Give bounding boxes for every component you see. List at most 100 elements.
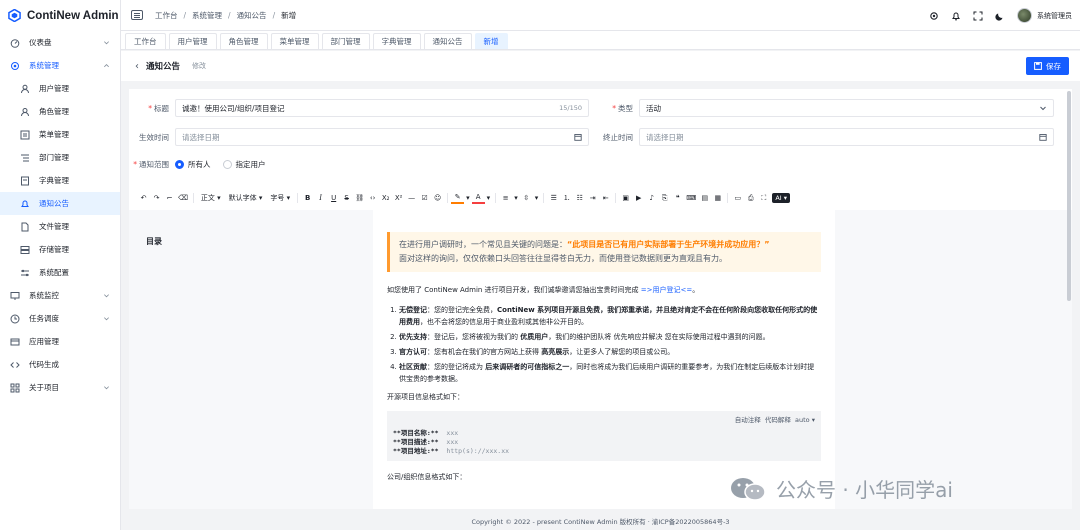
sidebar-item[interactable]: 角色管理 <box>0 100 120 123</box>
container-icon[interactable]: ▤ <box>698 192 711 204</box>
size-select[interactable]: 字号 ▾ <box>266 192 294 204</box>
breadcrumb-current: 新增 <box>281 10 297 20</box>
sidebar-item[interactable]: 关于项目 <box>0 376 120 399</box>
strikethrough-icon[interactable]: S <box>340 192 353 204</box>
scope-specified-radio[interactable]: 指定用户 <box>222 159 266 170</box>
sidebar-item[interactable]: 字典管理 <box>0 169 120 192</box>
settings-gear-icon[interactable] <box>929 11 939 21</box>
bold-icon[interactable]: B <box>301 192 314 204</box>
code-lang-select[interactable]: auto <box>795 416 810 424</box>
ordered-list-icon[interactable]: ⒈ <box>560 192 573 204</box>
sidebar-item[interactable]: 系统配置 <box>0 261 120 284</box>
superscript-icon[interactable]: X² <box>392 192 405 204</box>
page-tab[interactable]: 新增 <box>474 33 508 49</box>
user-menu[interactable]: 系统管理员 <box>1017 8 1072 23</box>
sidebar-item[interactable]: 任务调度 <box>0 307 120 330</box>
paragraph-select[interactable]: 正文 ▾ <box>197 192 225 204</box>
underline-icon[interactable]: U <box>327 192 340 204</box>
outdent-icon[interactable]: ⇤ <box>599 192 612 204</box>
sidebar-item[interactable]: 菜单管理 <box>0 123 120 146</box>
page-tab[interactable]: 部门管理 <box>321 33 370 49</box>
attachment-icon[interactable]: ⎘ <box>658 192 671 204</box>
link-icon[interactable]: ⛓ <box>353 192 366 204</box>
collapse-menu-icon[interactable] <box>131 10 143 20</box>
page-tab[interactable]: 用户管理 <box>168 33 217 49</box>
subscript-icon[interactable]: X₂ <box>379 192 392 204</box>
emoji-icon[interactable]: ☺ <box>431 192 444 204</box>
code-inline-icon[interactable]: ‹› <box>366 192 379 204</box>
notification-bell-icon[interactable] <box>951 11 961 21</box>
sidebar-item-label: 文件管理 <box>39 222 69 231</box>
watermark: 公众号 · 小华同学ai <box>728 474 953 503</box>
fullscreen-icon[interactable] <box>973 11 983 21</box>
dark-mode-moon-icon[interactable] <box>995 11 1005 21</box>
sidebar-item[interactable]: 仪表盘 <box>0 31 120 54</box>
indent-icon[interactable]: ⇥ <box>586 192 599 204</box>
fullscreen-editor-icon[interactable]: ⛶ <box>757 192 770 204</box>
ai-button[interactable]: AI ▾ <box>770 192 792 204</box>
font-color-icon[interactable]: A <box>471 192 485 204</box>
type-select[interactable]: 活动 <box>639 99 1054 117</box>
font-select[interactable]: 默认字体 ▾ <box>225 192 267 204</box>
title-input[interactable]: 诚邀！使用公司/组织/项目登记 15/150 <box>175 99 589 117</box>
app-logo[interactable]: ContiNew Admin <box>0 0 120 31</box>
app-icon <box>10 337 20 347</box>
sidebar-item[interactable]: 通知公告 <box>0 192 120 215</box>
page-tab[interactable]: 通知公告 <box>423 33 472 49</box>
quote-icon[interactable]: ❝ <box>671 192 684 204</box>
save-icon <box>1034 62 1042 70</box>
page-tab[interactable]: 角色管理 <box>219 33 268 49</box>
effective-date-picker[interactable]: 请选择日期 <box>175 128 589 146</box>
clear-format-icon[interactable]: ⌫ <box>176 192 190 204</box>
breadcrumb-item[interactable]: 系统管理 <box>192 10 222 21</box>
sidebar-item[interactable]: 文件管理 <box>0 215 120 238</box>
back-arrow-icon[interactable]: ‹ <box>135 61 139 72</box>
sidebar-item[interactable]: 应用管理 <box>0 330 120 353</box>
sidebar-item[interactable]: 系统管理 <box>0 54 120 77</box>
highlight-color-icon[interactable]: ✎ <box>451 192 465 204</box>
undo-icon[interactable]: ↶ <box>137 192 150 204</box>
breadcrumb-item[interactable]: 通知公告 <box>237 10 267 21</box>
page-tab[interactable]: 工作台 <box>125 33 166 49</box>
horizontal-rule-icon[interactable]: — <box>405 192 418 204</box>
expire-label: 终止时间 <box>603 132 633 142</box>
checkbox-icon[interactable]: ☑ <box>418 192 431 204</box>
code-line: **项目名称:** xxx <box>393 429 459 437</box>
expire-date-picker[interactable]: 请选择日期 <box>639 128 1054 146</box>
save-button[interactable]: 保存 <box>1026 57 1069 75</box>
line-height-icon[interactable]: ⇳ <box>520 192 533 204</box>
sidebar-item[interactable]: 系统监控 <box>0 284 120 307</box>
redo-icon[interactable]: ↷ <box>150 192 163 204</box>
register-link[interactable]: =>用户登记<= <box>641 286 692 294</box>
page-tab[interactable]: 菜单管理 <box>270 33 319 49</box>
sidebar-item[interactable]: 部门管理 <box>0 146 120 169</box>
print-icon[interactable]: ⎙ <box>744 192 757 204</box>
editor-document[interactable]: 在进行用户调研时，一个常见且关键的问题是：“此项目是否已有用户实际部署于生产环境… <box>373 210 835 509</box>
sidebar-item[interactable]: 用户管理 <box>0 77 120 100</box>
code-explain-button[interactable]: 代码解释 <box>765 416 791 424</box>
title-char-count: 15/150 <box>559 104 582 112</box>
italic-icon[interactable]: I <box>314 192 327 204</box>
audio-icon[interactable]: ♪ <box>645 192 658 204</box>
app-title: ContiNew Admin <box>27 9 119 22</box>
page-tab[interactable]: 字典管理 <box>372 33 421 49</box>
code-block-icon[interactable]: ⌨ <box>684 192 698 204</box>
source-code-icon[interactable]: ▭ <box>731 192 744 204</box>
task-list-icon[interactable]: ☷ <box>573 192 586 204</box>
bullet-list-icon[interactable]: ☰ <box>547 192 560 204</box>
type-value: 活动 <box>646 103 661 113</box>
page-scrollbar[interactable] <box>1067 91 1071 301</box>
scope-all-radio[interactable]: 所有人 <box>175 159 211 170</box>
auto-comment-button[interactable]: 自动注释 <box>735 416 761 424</box>
video-icon[interactable]: ▶ <box>632 192 645 204</box>
rich-text-editor[interactable]: 目录 在进行用户调研时，一个常见且关键的问题是：“此项目是否已有用户实际部署于生… <box>129 210 1072 509</box>
align-icon[interactable]: ≡ <box>499 192 512 204</box>
grid-icon <box>10 383 20 393</box>
breadcrumb-item[interactable]: 工作台 <box>155 10 178 21</box>
sidebar-item[interactable]: 存储管理 <box>0 238 120 261</box>
format-painter-icon[interactable]: ⌐ <box>163 192 176 204</box>
table-icon[interactable]: ▦ <box>711 192 724 204</box>
sidebar-item[interactable]: 代码生成 <box>0 353 120 376</box>
type-label: * 类型 <box>612 103 633 113</box>
image-icon[interactable]: ▣ <box>619 192 632 204</box>
